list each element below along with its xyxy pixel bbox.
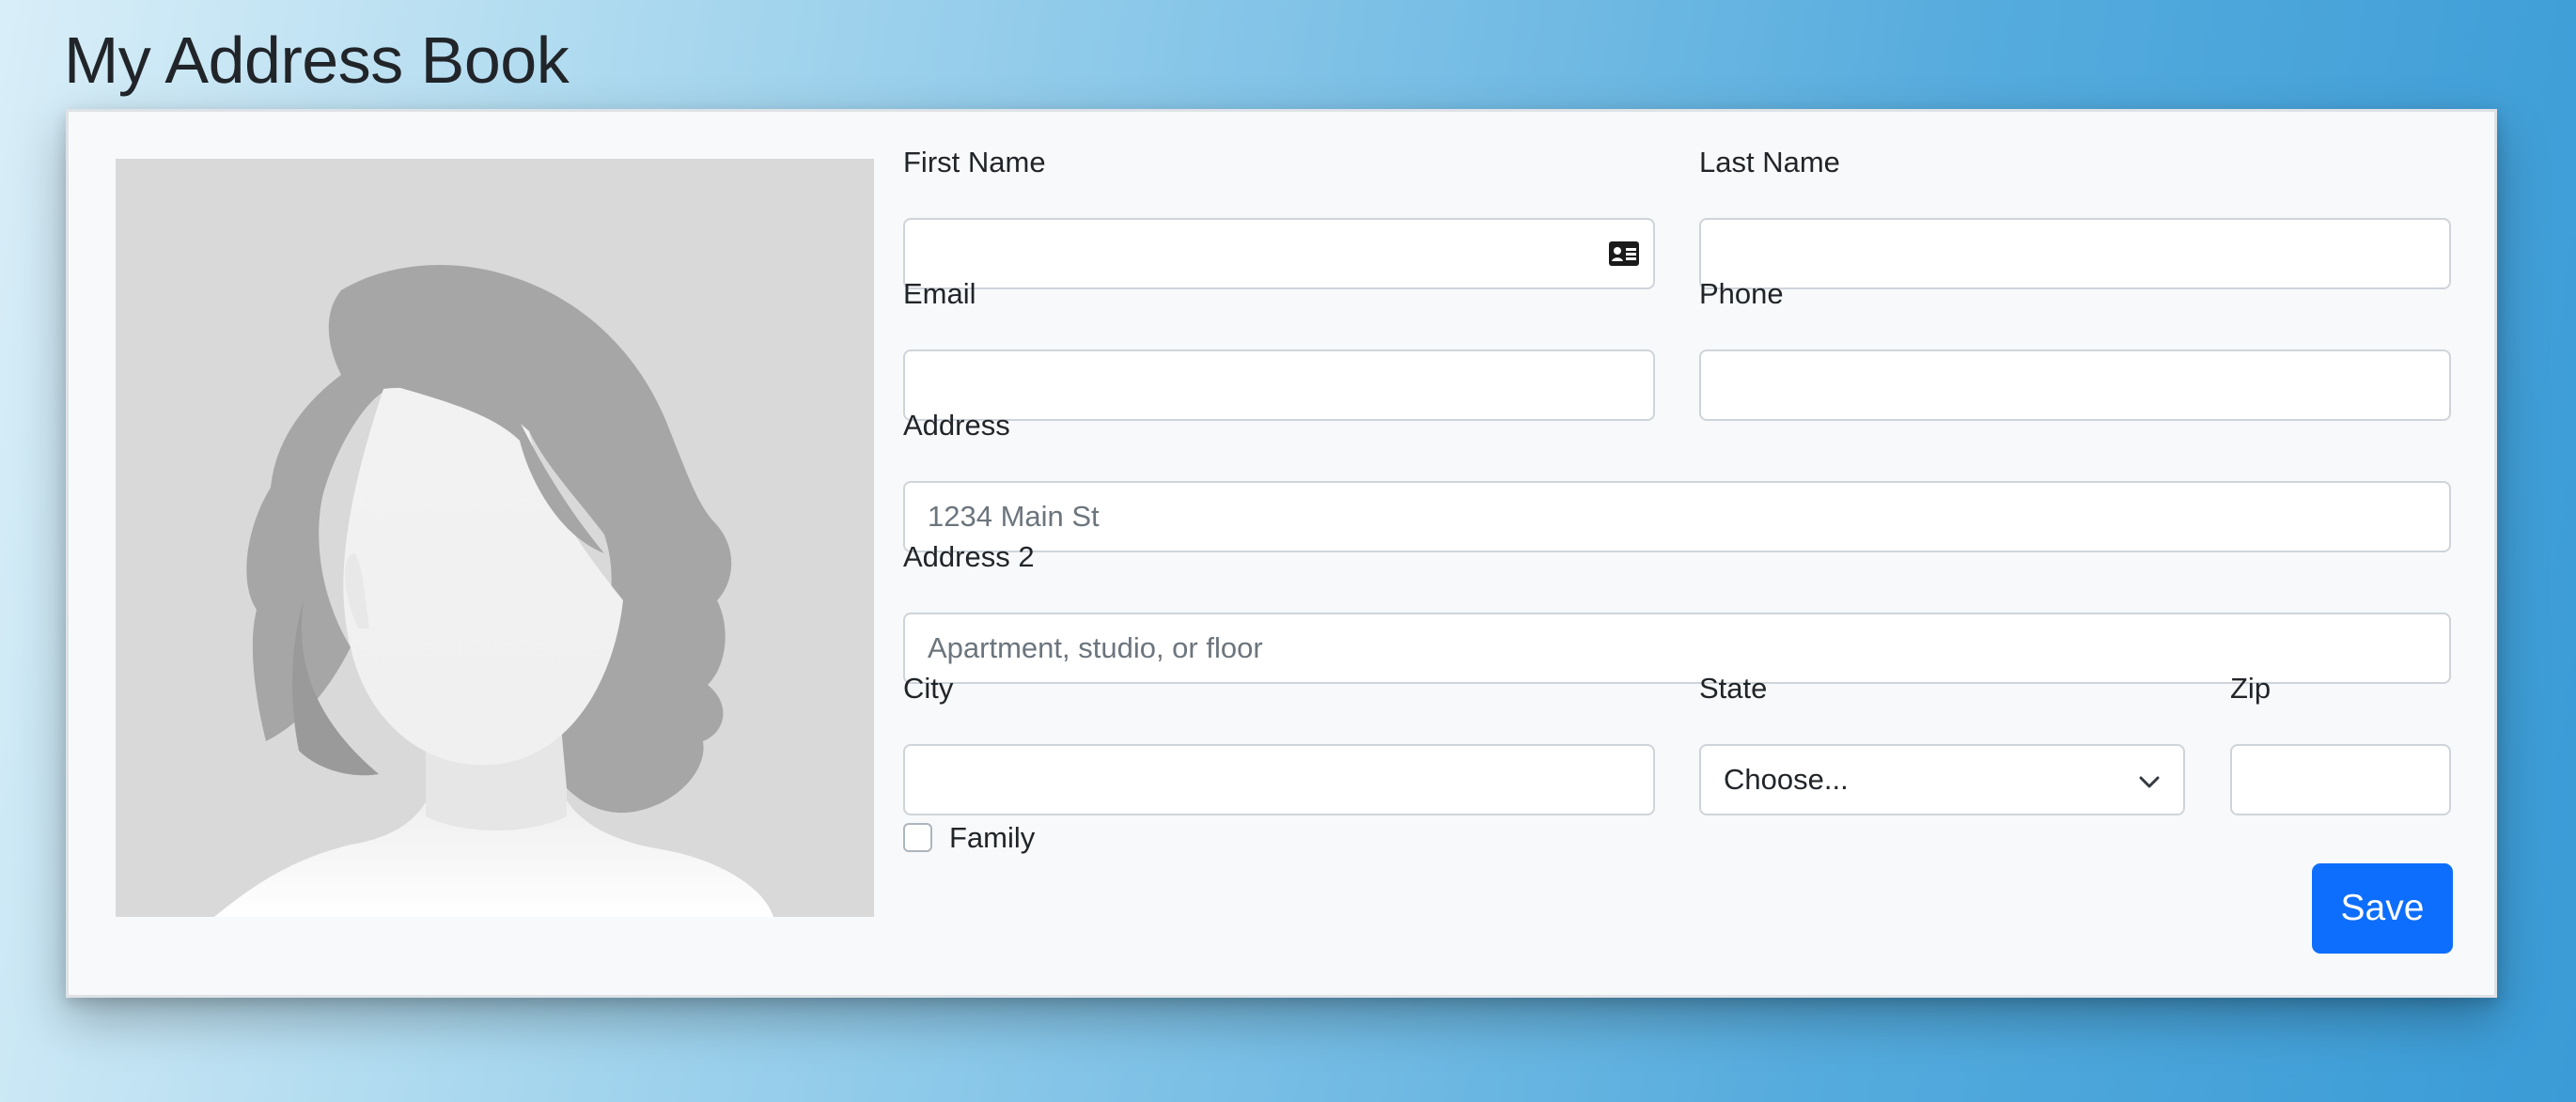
phone-input[interactable] [1699, 349, 2451, 421]
email-input[interactable] [903, 349, 1655, 421]
state-label: State [1699, 672, 1768, 705]
page-title: My Address Book [64, 23, 570, 97]
family-label[interactable]: Family [949, 819, 1035, 857]
city-input[interactable] [903, 744, 1655, 815]
save-button[interactable]: Save [2312, 863, 2453, 954]
zip-label: Zip [2230, 672, 2272, 705]
chevron-down-icon [2139, 776, 2160, 788]
avatar[interactable] [116, 159, 874, 917]
family-checkbox[interactable] [903, 823, 932, 852]
contact-card-icon[interactable] [1608, 241, 1640, 267]
first-name-input[interactable] [903, 218, 1655, 289]
address2-label: Address 2 [903, 540, 1035, 573]
phone-label: Phone [1699, 277, 1784, 310]
first-name-label: First Name [903, 146, 1046, 178]
last-name-label: Last Name [1699, 146, 1840, 178]
email-label: Email [903, 277, 976, 310]
person-silhouette-icon [214, 265, 773, 917]
address-label: Address [903, 409, 1010, 442]
contact-card: First Name Last Name Email Phone Address… [66, 109, 2497, 998]
address-input[interactable] [903, 481, 2451, 552]
address2-input[interactable] [903, 613, 2451, 684]
state-selected-value: Choose... [1724, 763, 1849, 796]
city-label: City [903, 672, 954, 705]
state-select[interactable]: Choose... [1699, 744, 2185, 815]
zip-input[interactable] [2230, 744, 2451, 815]
last-name-input[interactable] [1699, 218, 2451, 289]
